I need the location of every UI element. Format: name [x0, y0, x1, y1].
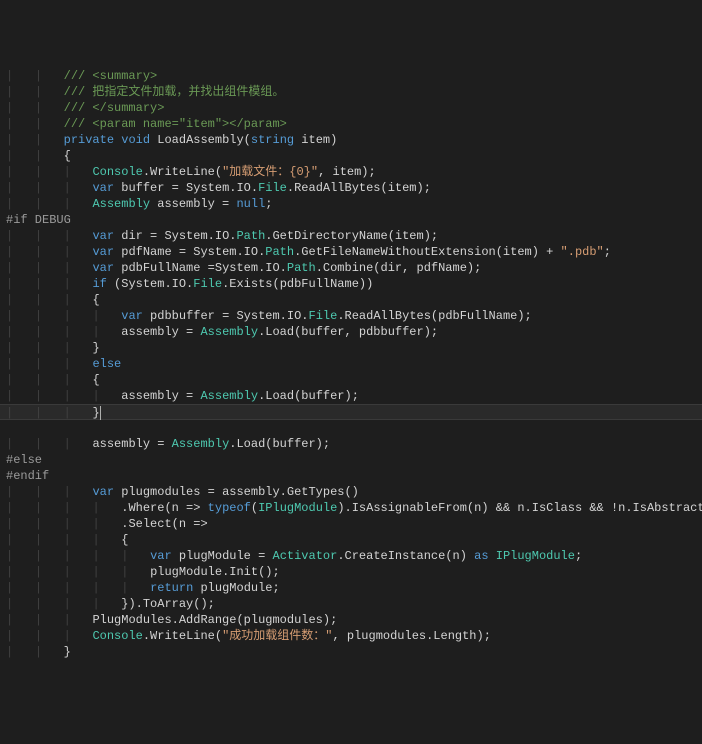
code-line[interactable]: | | | Console.WriteLine("加载文件：{0}", item…: [0, 164, 702, 180]
code-line[interactable]: | | | var pdbFullName =System.IO.Path.Co…: [0, 260, 702, 276]
code-line[interactable]: #else: [0, 452, 702, 468]
code-line[interactable]: | | | | {: [0, 532, 702, 548]
code-line[interactable]: [0, 420, 702, 436]
code-line[interactable]: | | | | var pdbbuffer = System.IO.File.R…: [0, 308, 702, 324]
code-line[interactable]: | | {: [0, 148, 702, 164]
code-line[interactable]: | | | Assembly assembly = null;: [0, 196, 702, 212]
code-line[interactable]: | | /// </summary>: [0, 100, 702, 116]
code-line[interactable]: | | | var plugmodules = assembly.GetType…: [0, 484, 702, 500]
code-line[interactable]: | | | }: [0, 404, 702, 420]
code-editor[interactable]: | | /// <summary>| | /// 把指定文件加载，并找出组件模组…: [0, 64, 702, 664]
code-line[interactable]: | | | {: [0, 372, 702, 388]
code-line[interactable]: | | | | assembly = Assembly.Load(buffer)…: [0, 388, 702, 404]
code-line[interactable]: | | /// 把指定文件加载，并找出组件模组。: [0, 84, 702, 100]
code-line[interactable]: | | | | | plugModule.Init();: [0, 564, 702, 580]
code-line[interactable]: | | | | }).ToArray();: [0, 596, 702, 612]
code-line[interactable]: | | | var pdfName = System.IO.Path.GetFi…: [0, 244, 702, 260]
code-line[interactable]: | | | {: [0, 292, 702, 308]
code-line[interactable]: #if DEBUG: [0, 212, 702, 228]
code-line[interactable]: | | | }: [0, 340, 702, 356]
code-line[interactable]: | | /// <summary>: [0, 68, 702, 84]
code-line[interactable]: | | | PlugModules.AddRange(plugmodules);: [0, 612, 702, 628]
code-line[interactable]: | | | | assembly = Assembly.Load(buffer,…: [0, 324, 702, 340]
code-line[interactable]: | | | Console.WriteLine("成功加载组件数：", plug…: [0, 628, 702, 644]
text-cursor: [100, 406, 101, 420]
code-line[interactable]: | | /// <param name="item"></param>: [0, 116, 702, 132]
code-line[interactable]: | | | | .Where(n => typeof(IPlugModule).…: [0, 500, 702, 516]
code-line[interactable]: | | }: [0, 644, 702, 660]
code-line[interactable]: | | | if (System.IO.File.Exists(pdbFullN…: [0, 276, 702, 292]
code-line[interactable]: | | | assembly = Assembly.Load(buffer);: [0, 436, 702, 452]
code-line[interactable]: | | | else: [0, 356, 702, 372]
code-line[interactable]: | | private void LoadAssembly(string ite…: [0, 132, 702, 148]
code-line[interactable]: | | | var dir = System.IO.Path.GetDirect…: [0, 228, 702, 244]
code-line[interactable]: | | | | .Select(n =>: [0, 516, 702, 532]
code-line[interactable]: #endif: [0, 468, 702, 484]
code-line[interactable]: | | | var buffer = System.IO.File.ReadAl…: [0, 180, 702, 196]
code-line[interactable]: | | | | | var plugModule = Activator.Cre…: [0, 548, 702, 564]
